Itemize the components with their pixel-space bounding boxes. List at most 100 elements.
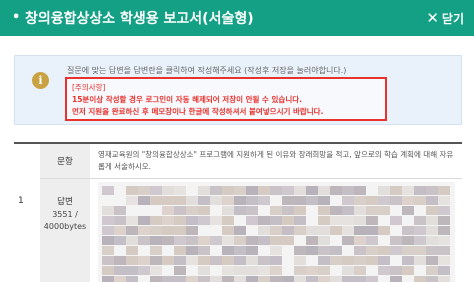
answer-textarea[interactable] (98, 182, 455, 282)
obscured-text-block (234, 246, 246, 255)
obscured-text-block (342, 206, 354, 215)
app-header: • 창의융합상상소 학생용 보고서(서술형) ✕ 닫기 (0, 0, 474, 36)
obscured-text-block (186, 206, 198, 215)
obscured-text-block (342, 236, 354, 245)
obscured-text-block (426, 206, 438, 215)
obscured-text-block (234, 266, 246, 275)
obscured-text-block (426, 196, 438, 205)
obscured-text-block (198, 196, 210, 205)
obscured-text-block (318, 216, 330, 225)
obscured-text-block (438, 196, 450, 205)
obscured-text-block (258, 236, 270, 245)
obscured-text-block (162, 276, 174, 282)
obscured-text-block (426, 246, 438, 255)
obscured-text-block (318, 266, 330, 275)
obscured-text-block (150, 246, 162, 255)
obscured-text-block (306, 246, 318, 255)
obscured-text-block (414, 216, 426, 225)
obscured-text-block (234, 196, 246, 205)
obscured-text-block (378, 206, 390, 215)
obscured-text-block (198, 246, 210, 255)
close-button[interactable]: ✕ 닫기 (426, 7, 464, 29)
obscured-text-block (270, 256, 282, 265)
obscured-text-block (126, 256, 138, 265)
obscured-text-block (282, 196, 294, 205)
obscured-text-block (282, 226, 294, 235)
obscured-text-block (438, 236, 450, 245)
obscured-text-block (330, 216, 342, 225)
obscured-text-block (198, 256, 210, 265)
obscured-text-block (414, 196, 426, 205)
obscured-text-block (378, 266, 390, 275)
obscured-text-block (246, 266, 258, 275)
obscured-text-block (198, 186, 210, 195)
obscured-text-block (318, 256, 330, 265)
obscured-text-block (246, 206, 258, 215)
obscured-text-block (114, 206, 126, 215)
label-column: 문항 답변 3551 / 4000bytes (40, 144, 90, 282)
obscured-text-block (270, 226, 282, 235)
obscured-text-block (318, 276, 330, 282)
obscured-text-block (102, 276, 114, 282)
obscured-text-block (354, 196, 366, 205)
obscured-text-block (222, 196, 234, 205)
obscured-text-block (342, 226, 354, 235)
obscured-text-block (294, 246, 306, 255)
obscured-text-block (378, 186, 390, 195)
obscured-text-block (102, 236, 114, 245)
obscured-text-block (438, 266, 450, 275)
warning-line-1: 15분이상 작성할 경우 로그인이 자동 해제되어 저장이 안될 수 있습니다. (72, 95, 302, 104)
obscured-text-block (282, 186, 294, 195)
obscured-text-block (318, 236, 330, 245)
obscured-text-block (366, 246, 378, 255)
obscured-text-block (174, 226, 186, 235)
obscured-text-block (222, 246, 234, 255)
row-number-cell: 1 (14, 144, 40, 282)
obscured-text-block (114, 266, 126, 275)
obscured-text-block (150, 186, 162, 195)
obscured-text-block (294, 226, 306, 235)
obscured-text-block (126, 216, 138, 225)
obscured-text-block (354, 256, 366, 265)
obscured-text-block (174, 256, 186, 265)
obscured-text-block (102, 266, 114, 275)
obscured-text-block (258, 186, 270, 195)
obscured-text-block (246, 256, 258, 265)
obscured-text-block (342, 196, 354, 205)
obscured-text-block (318, 196, 330, 205)
obscured-text-block (294, 186, 306, 195)
obscured-text-block (222, 276, 234, 282)
obscured-text-block (366, 256, 378, 265)
obscured-text-block (258, 276, 270, 282)
obscured-text-block (246, 276, 258, 282)
obscured-text-block (390, 266, 402, 275)
obscured-text-block (342, 216, 354, 225)
obscured-text-block (186, 216, 198, 225)
obscured-text-block (330, 206, 342, 215)
obscured-text-block (150, 256, 162, 265)
obscured-text-block (342, 276, 354, 282)
obscured-text-block (318, 226, 330, 235)
obscured-text-block (354, 236, 366, 245)
obscured-text-block (282, 236, 294, 245)
obscured-text-block (318, 186, 330, 195)
obscured-text-block (354, 226, 366, 235)
obscured-text-block (426, 216, 438, 225)
obscured-text-block (198, 276, 210, 282)
obscured-text-block (402, 226, 414, 235)
obscured-text-block (150, 226, 162, 235)
obscured-text-block (330, 276, 342, 282)
obscured-text-block (234, 256, 246, 265)
obscured-text-block (390, 186, 402, 195)
obscured-text-block (174, 236, 186, 245)
obscured-text-block (174, 216, 186, 225)
obscured-text-block (210, 236, 222, 245)
obscured-text-block (306, 276, 318, 282)
obscured-text-block (426, 256, 438, 265)
char-count-value: 3551 / (52, 210, 78, 219)
obscured-text-block (102, 256, 114, 265)
warning-title: [주의사항] (72, 83, 106, 92)
obscured-text-block (294, 256, 306, 265)
obscured-text-block (174, 196, 186, 205)
obscured-text-block (402, 256, 414, 265)
